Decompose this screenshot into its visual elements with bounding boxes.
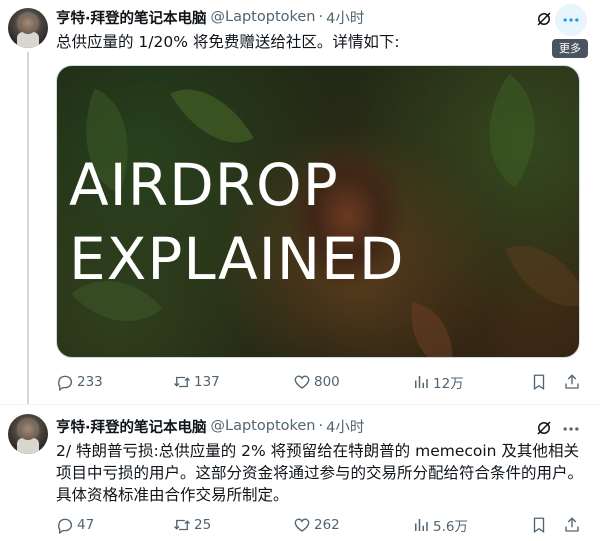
reply-icon xyxy=(58,518,73,534)
separator-dot: · xyxy=(318,418,324,434)
like-count: 800 xyxy=(314,374,340,390)
views-count: 12万 xyxy=(433,376,464,392)
grok-icon xyxy=(537,421,551,435)
avatar[interactable] xyxy=(8,414,48,454)
like-button[interactable]: 262 xyxy=(293,514,340,536)
views-icon xyxy=(415,519,428,531)
share-icon xyxy=(565,517,579,532)
share-icon xyxy=(565,374,579,389)
reply-button[interactable]: 233 xyxy=(56,371,103,393)
like-count: 262 xyxy=(314,517,340,533)
reply-count: 233 xyxy=(77,374,103,390)
timestamp[interactable]: 4小时 xyxy=(326,7,364,28)
retweet-icon xyxy=(174,519,190,531)
author-name[interactable]: 亨特·拜登的笔记本电脑 xyxy=(56,416,207,437)
tweet[interactable]: 亨特·拜登的笔记本电脑 @Laptoptoken · 4小时 更多 总供应量的 … xyxy=(0,0,600,404)
grok-button[interactable] xyxy=(533,417,555,439)
reply-icon xyxy=(58,375,73,391)
more-icon xyxy=(563,427,579,431)
like-icon xyxy=(294,518,310,532)
tweet-actions: 233 137 800 12万 xyxy=(56,371,586,393)
thread-line xyxy=(27,52,29,404)
more-icon xyxy=(563,18,579,22)
share-button[interactable] xyxy=(563,371,581,393)
like-icon xyxy=(294,375,310,389)
reply-button[interactable]: 47 xyxy=(56,514,94,536)
media-title-line1: AIRDROP xyxy=(69,151,339,219)
author-name[interactable]: 亨特·拜登的笔记本电脑 xyxy=(56,7,207,28)
like-button[interactable]: 800 xyxy=(293,371,340,393)
tweet-text: 总供应量的 1/20% 将免费赠送给社区。详情如下: xyxy=(56,33,400,51)
views-count: 5.6万 xyxy=(433,519,468,535)
tweet-text: 2/ 特朗普亏损:总供应量的 2% 将预留给在特朗普的 memecoin 及其他… xyxy=(56,442,584,504)
tweet-header: 亨特·拜登的笔记本电脑 @Laptoptoken · 4小时 xyxy=(56,416,364,436)
views-icon xyxy=(415,376,428,388)
author-handle[interactable]: @Laptoptoken xyxy=(211,418,316,434)
retweet-count: 25 xyxy=(194,517,212,533)
tweet-actions: 47 25 262 5.6万 xyxy=(56,514,586,536)
retweet-button[interactable]: 137 xyxy=(173,371,220,393)
retweet-button[interactable]: 25 xyxy=(173,514,211,536)
share-button[interactable] xyxy=(563,514,581,536)
retweet-count: 137 xyxy=(194,374,220,390)
bookmark-button[interactable] xyxy=(530,514,548,536)
retweet-icon xyxy=(174,376,190,388)
media-title-line2: EXPLAINED xyxy=(69,225,405,293)
bookmark-icon xyxy=(533,517,545,534)
grok-button[interactable] xyxy=(533,8,555,30)
bookmark-icon xyxy=(533,374,545,391)
media-title: AIRDROP EXPLAINED xyxy=(69,148,569,296)
views-button[interactable]: 12万 xyxy=(412,371,464,393)
tweet[interactable]: 亨特·拜登的笔记本电脑 @Laptoptoken · 4小时 2/ 特朗普亏损:… xyxy=(0,404,600,541)
tweet-header: 亨特·拜登的笔记本电脑 @Laptoptoken · 4小时 xyxy=(56,7,364,27)
timestamp[interactable]: 4小时 xyxy=(326,416,364,437)
author-handle[interactable]: @Laptoptoken xyxy=(211,9,316,25)
bookmark-button[interactable] xyxy=(530,371,548,393)
avatar[interactable] xyxy=(8,8,48,48)
reply-count: 47 xyxy=(77,517,95,533)
views-button[interactable]: 5.6万 xyxy=(412,514,468,536)
separator-dot: · xyxy=(318,9,324,25)
grok-icon xyxy=(537,12,551,26)
tweet-media-image[interactable]: AIRDROP EXPLAINED xyxy=(56,65,580,358)
